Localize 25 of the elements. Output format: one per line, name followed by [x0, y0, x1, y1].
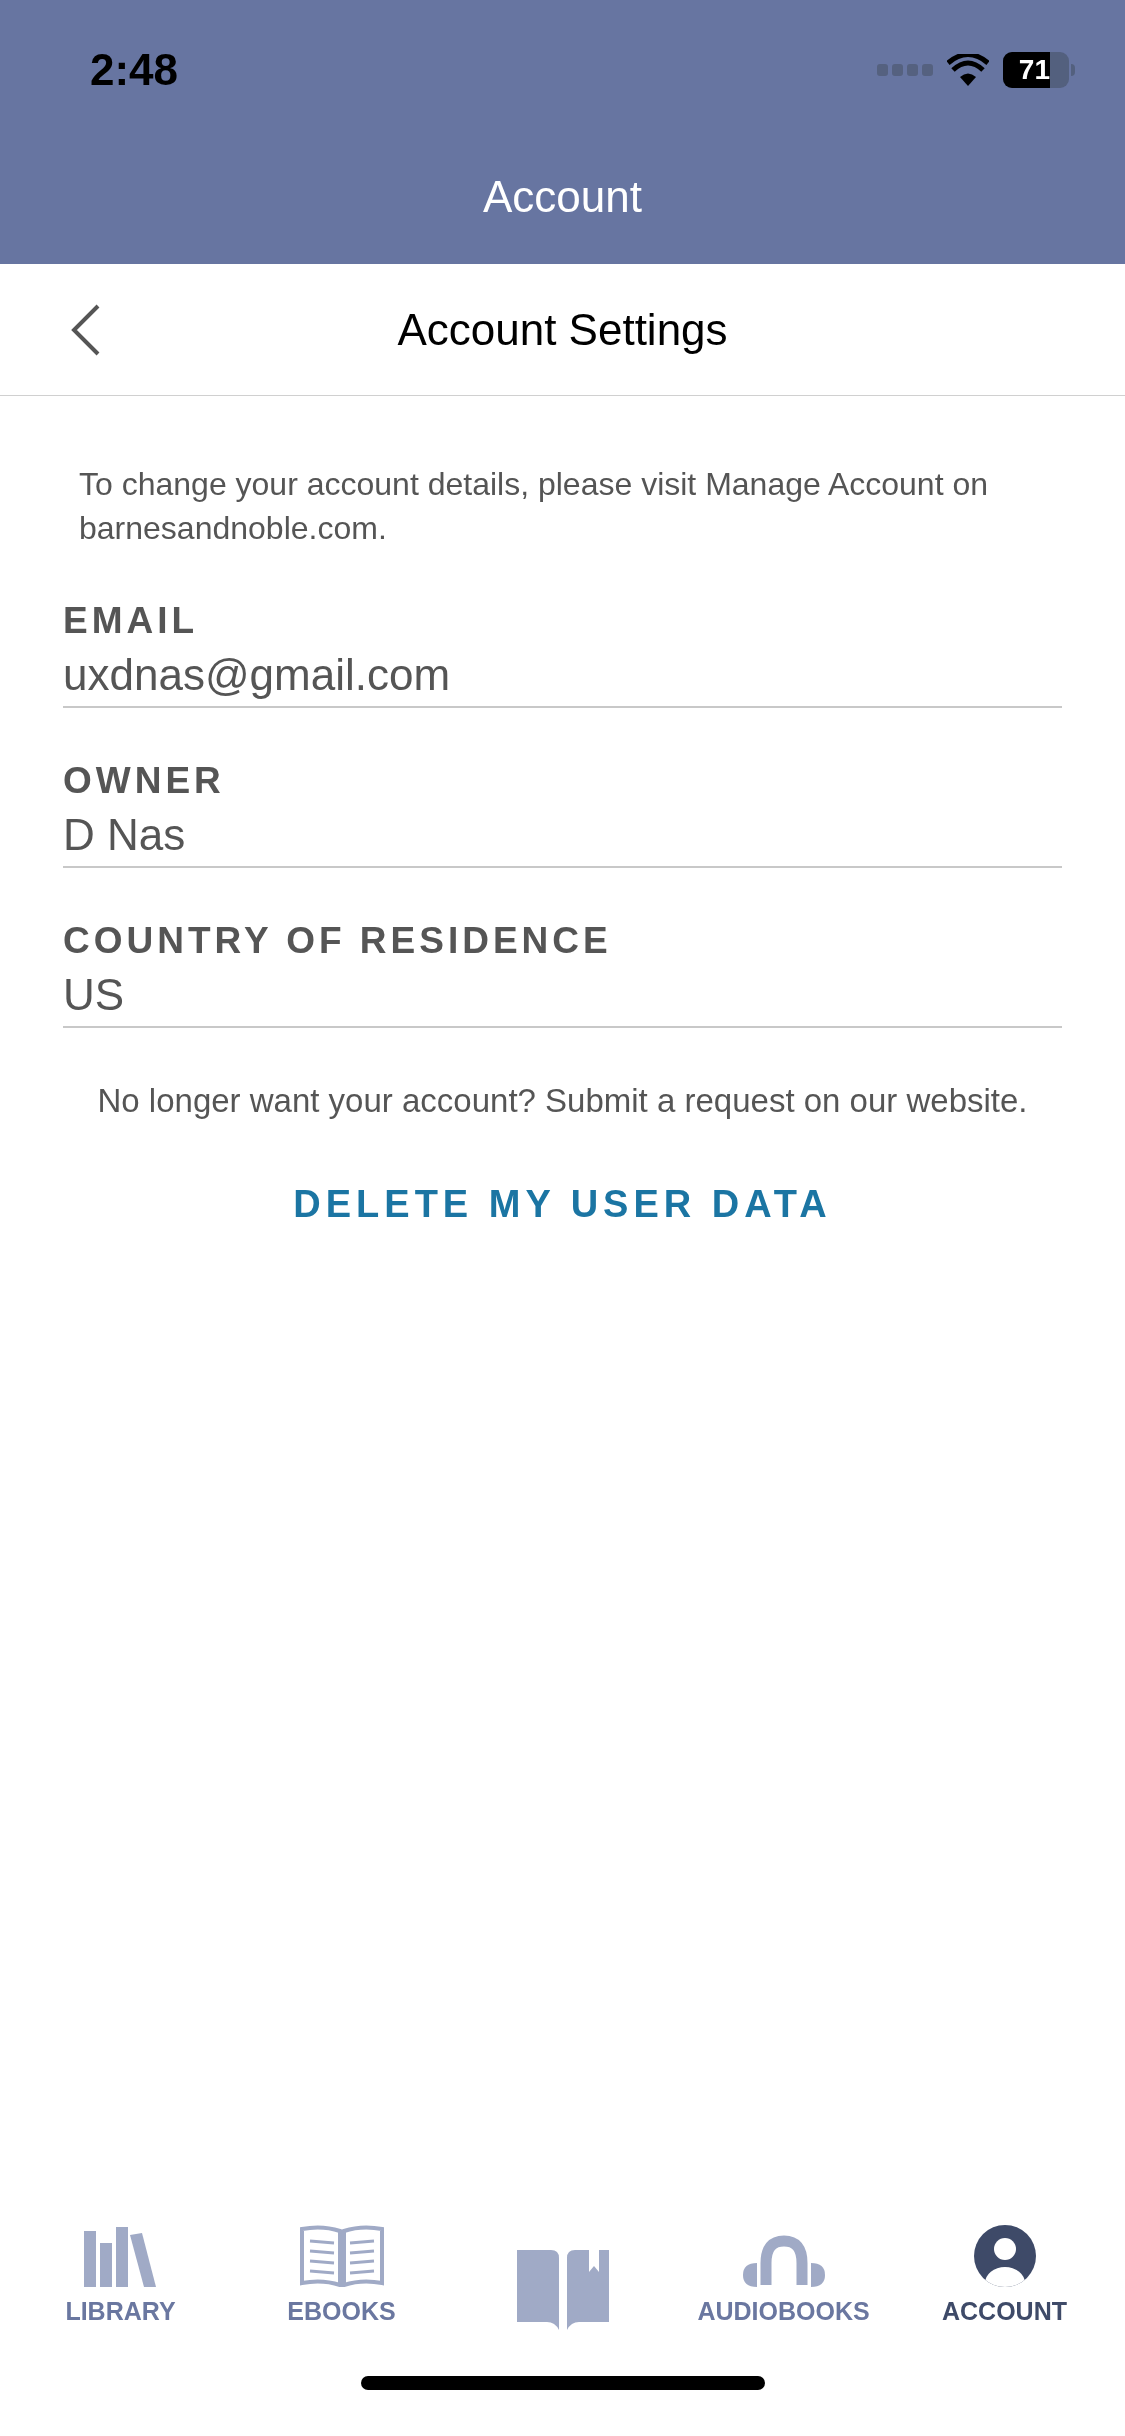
field-value: uxdnas@gmail.com — [63, 649, 452, 701]
battery-level: 71 — [1018, 56, 1050, 84]
field-label: COUNTRY OF RESIDENCE — [63, 919, 613, 963]
books-icon — [83, 2226, 158, 2287]
field-label: EMAIL — [63, 599, 200, 643]
open-book-icon — [299, 2224, 384, 2287]
tab-item[interactable]: LIBRARY — [10, 2200, 231, 2330]
delete-data-link[interactable]: DELETE MY USER DATA — [293, 1175, 832, 1233]
tab-item[interactable]: EBOOKS — [231, 2200, 452, 2330]
page-title: Account Settings — [397, 303, 728, 356]
field-value: D Nas — [63, 809, 187, 861]
headphones-icon — [740, 2234, 827, 2287]
signal-icon — [877, 64, 933, 76]
header-title: Account — [483, 171, 642, 223]
tab-item[interactable]: AUDIOBOOKS — [673, 2200, 894, 2330]
field-value: US — [63, 969, 126, 1021]
tab-item[interactable]: ACCOUNT — [894, 2200, 1115, 2330]
person-icon — [973, 2224, 1036, 2287]
field-label: OWNER — [63, 759, 226, 803]
delete-note: No longer want your account? Submit a request on our website. — [96, 1081, 1029, 1121]
wifi-icon — [947, 54, 989, 86]
book-bookmark-icon — [516, 2250, 609, 2330]
intro-text: To change your account details, please visit Manage Account on barnesandnoble.com. — [78, 465, 989, 548]
status-time: 2:48 — [90, 44, 179, 96]
back-icon — [70, 303, 102, 356]
